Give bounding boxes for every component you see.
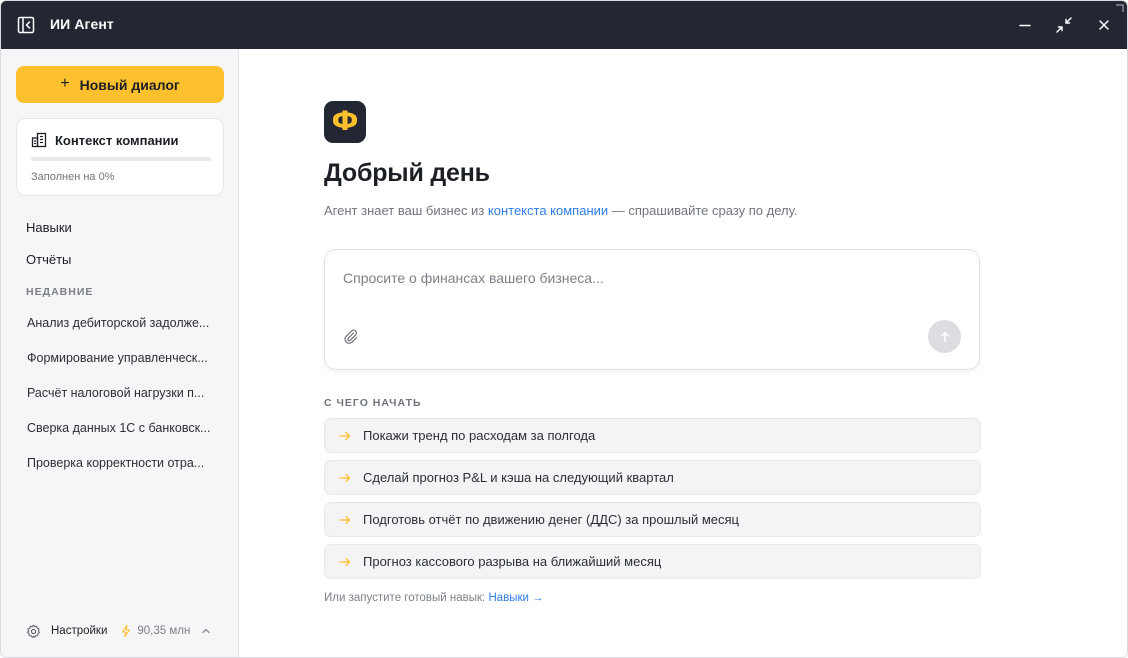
gear-icon[interactable] [26,624,41,639]
greeting-subtitle: Агент знает ваш бизнес из контекста комп… [324,203,797,218]
settings-link[interactable]: Настройки [51,625,107,637]
lightning-icon [122,625,131,637]
paperclip-icon[interactable] [343,328,359,344]
plus-icon: + [60,75,70,92]
building-icon [31,132,47,148]
app-window: ИИ Агент + Новый диалог Контекст компани… [0,0,1128,658]
collapse-window-icon[interactable] [1054,15,1074,35]
title-bar: ИИ Агент [1,1,1127,49]
chevron-up-icon[interactable] [201,626,211,636]
send-button[interactable] [928,320,961,353]
company-context-link[interactable]: контекста компании [488,203,608,218]
sidebar-item-reports[interactable]: Отчёты [26,252,71,267]
sidebar-toggle-icon[interactable] [17,16,35,34]
close-icon[interactable] [1094,15,1114,35]
suggestion-label: Подготовь отчёт по движению денег (ДДС) … [363,512,739,527]
arrow-up-icon [940,331,949,342]
new-dialog-button[interactable]: + Новый диалог [16,66,224,103]
recent-list: Анализ дебиторской задолже... Формирован… [27,315,223,490]
sidebar: + Новый диалог Контекст компании Заполне… [1,49,239,657]
recent-item[interactable]: Анализ дебиторской задолже... [27,315,223,350]
chat-composer [324,249,980,370]
recent-item[interactable]: Формирование управленческ... [27,350,223,385]
main-content: Ф Добрый день Агент знает ваш бизнес из … [240,49,1127,657]
minimize-icon[interactable] [1015,15,1035,35]
recent-heading: НЕДАВНИЕ [26,286,94,298]
company-context-card[interactable]: Контекст компании Заполнен на 0% [16,118,224,196]
arrow-right-icon [339,515,351,524]
skills-hint-text: Или запустите готовый навык: [324,592,486,604]
suggestion-label: Покажи тренд по расходам за полгода [363,428,596,443]
arrow-right-icon [339,473,351,482]
window-title: ИИ Агент [50,16,114,32]
balance-value: 90,35 млн [137,625,191,637]
recent-item[interactable]: Расчёт налоговой нагрузки п... [27,385,223,420]
context-status: Заполнен на 0% [31,171,115,183]
skills-hint: Или запустите готовый навык: Навыки → [324,592,544,604]
logo-letter: Ф [331,105,359,137]
subtitle-text: Агент знает ваш бизнес из [324,203,485,218]
suggestion-label: Сделай прогноз P&L и кэша на следующий к… [363,470,674,485]
context-progress-bar [31,157,211,161]
new-dialog-label: Новый диалог [79,76,180,93]
chat-input[interactable] [343,268,943,288]
start-heading: С ЧЕГО НАЧАТЬ [324,397,422,409]
arrow-right-icon [339,431,351,440]
recent-item[interactable]: Сверка данных 1С с банковск... [27,420,223,455]
resize-corner-icon[interactable] [1115,4,1124,13]
sidebar-item-skills[interactable]: Навыки [26,220,72,235]
suggestion-item[interactable]: Прогноз кассового разрыва на ближайший м… [324,544,981,579]
app-logo: Ф [324,101,366,143]
subtitle-text-end: — спрашивайте сразу по делу. [611,203,798,218]
arrow-right-icon [339,557,351,566]
suggestion-item[interactable]: Покажи тренд по расходам за полгода [324,418,981,453]
suggestion-list: Покажи тренд по расходам за полгода Сдел… [324,418,981,586]
recent-item[interactable]: Проверка корректности отра... [27,455,223,490]
suggestion-item[interactable]: Сделай прогноз P&L и кэша на следующий к… [324,460,981,495]
suggestion-item[interactable]: Подготовь отчёт по движению денег (ДДС) … [324,502,981,537]
context-title: Контекст компании [55,133,179,148]
suggestion-label: Прогноз кассового разрыва на ближайший м… [363,554,662,569]
sidebar-footer: Настройки 90,35 млн [26,623,211,639]
greeting-title: Добрый день [324,159,490,187]
skills-link[interactable]: Навыки → [488,592,543,604]
